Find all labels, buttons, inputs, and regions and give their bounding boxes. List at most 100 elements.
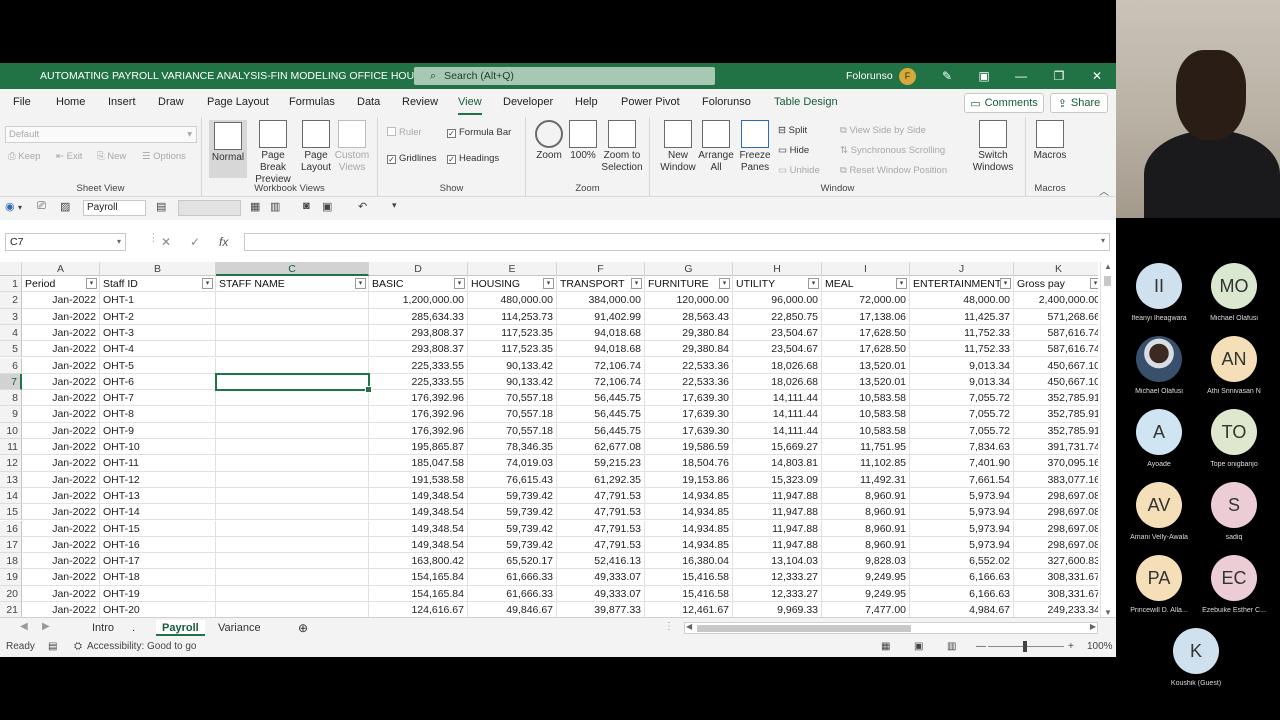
grid-cell[interactable]: 383,077.16 [1014,472,1098,488]
side-by-side-button[interactable]: ⧉ View Side by Side [840,125,926,136]
grid-cell[interactable]: 18,504.76 [645,455,733,472]
grid-cell[interactable]: 11,947.88 [733,487,822,505]
grid-cell[interactable]: 52,416.13 [557,553,645,570]
new-button[interactable]: ⎘ New [97,151,126,162]
grid-cell[interactable]: Jan-2022 [22,324,100,342]
column-header-d[interactable]: D [369,262,468,276]
tab-insert[interactable]: Insert [108,96,136,108]
grid-cell[interactable]: OHT-17 [100,553,216,570]
grid-cell[interactable] [216,357,369,374]
close-button[interactable]: ✕ [1087,67,1107,85]
grid-cell[interactable]: 149,348.54 [369,536,468,554]
column-header-c[interactable]: C [216,262,369,276]
grid-cell[interactable]: 94,018.68 [557,341,645,358]
grid-cell[interactable]: 61,292.35 [557,471,645,488]
grid-cell[interactable]: 59,215.23 [557,455,645,472]
chevron-down-icon[interactable]: ▾ [18,203,22,212]
participant-tile[interactable]: EC Ezebuike Esther C... [1193,555,1275,614]
grid-cell[interactable] [216,373,369,391]
grid-cell[interactable]: 9,013.34 [910,373,1014,391]
participant-tile[interactable]: K Koushik (Guest) [1155,628,1237,687]
row-number[interactable]: 3 [0,308,22,325]
participant-tile[interactable]: MO Michael Olafusi [1193,263,1275,322]
grid-cell[interactable]: 15,416.58 [645,569,733,586]
hide-button[interactable]: ▭ Hide [778,145,809,156]
row-number[interactable]: 19 [0,569,22,586]
grid-cell[interactable]: 8,960.91 [822,536,910,554]
grid-cell[interactable]: 149,348.54 [369,504,468,521]
column-header-b[interactable]: B [100,262,216,276]
collapse-ribbon-icon[interactable]: ︿ [1099,183,1109,198]
grid-cell[interactable]: 5,973.94 [910,504,1014,521]
grid-cell[interactable]: OHT-4 [100,341,216,358]
sync-scroll-button[interactable]: ⇅ Synchronous Scrolling [840,145,945,156]
grid-cell[interactable]: Jan-2022 [22,390,100,407]
grid-cell[interactable]: 17,138.06 [822,308,910,325]
zoom-level[interactable]: 100% [1087,641,1113,652]
grid-cell[interactable]: 185,047.58 [369,455,468,472]
row-number[interactable]: 16 [0,520,22,537]
grid-cell[interactable] [216,585,369,602]
grid-cell[interactable]: 70,557.18 [468,390,557,407]
grid-cell[interactable]: 7,055.72 [910,406,1014,423]
tab-help[interactable]: Help [575,96,598,108]
grid-cell[interactable]: 10,583.58 [822,406,910,423]
column-header-g[interactable]: G [645,262,733,276]
vertical-scroll-thumb[interactable] [1104,276,1111,286]
grid-cell[interactable]: 12,333.27 [733,569,822,586]
grid-cell[interactable]: 72,000.00 [822,292,910,309]
grid-cell[interactable]: OHT-10 [100,439,216,456]
grid-cell[interactable]: 13,520.01 [822,373,910,391]
grid-cell[interactable]: 70,557.18 [468,422,557,439]
normal-view-button[interactable]: Normal [209,120,247,178]
grid-cell[interactable] [216,324,369,342]
row-number[interactable]: 7 [0,373,22,391]
column-title[interactable]: ▾ HOUSING [468,276,557,293]
grid-cell[interactable]: OHT-3 [100,324,216,342]
filter-dropdown-icon[interactable]: ▾ [1000,278,1011,289]
row-number[interactable]: 10 [0,422,22,439]
grid-cell[interactable]: 49,333.07 [557,569,645,586]
participant-tile[interactable]: TO Tope onigbanjo [1193,409,1275,468]
grid-cell[interactable]: OHT-1 [100,292,216,309]
grid-cell[interactable]: 6,166.63 [910,569,1014,586]
participant-tile[interactable]: A Ayoade [1118,409,1200,468]
row-number[interactable]: 5 [0,341,22,358]
grid-cell[interactable]: OHT-16 [100,536,216,554]
ruler-checkbox[interactable]: Ruler [387,127,422,138]
grid-cell[interactable]: 49,846.67 [468,602,557,617]
grid-cell[interactable]: 61,666.33 [468,569,557,586]
grid-cell[interactable]: 18,026.68 [733,357,822,374]
accessibility-status[interactable]: Accessibility: Good to go [87,641,197,652]
grid-cell[interactable] [216,390,369,407]
grid-cell[interactable]: 225,333.55 [369,373,468,391]
grid-cell[interactable]: 14,934.85 [645,520,733,537]
grid-cell[interactable]: 9,969.33 [733,602,822,617]
ribbon-display-icon[interactable]: ▣ [974,67,994,85]
grid-cell[interactable]: 298,697.08 [1014,521,1098,537]
zoom-slider[interactable] [988,641,1064,652]
grid-cell[interactable]: 7,055.72 [910,390,1014,407]
grid-cell[interactable]: 19,153.86 [645,471,733,488]
grid-cell[interactable]: 17,639.30 [645,390,733,407]
row-number[interactable]: 20 [0,585,22,602]
grid-cell[interactable]: 191,538.58 [369,471,468,488]
page-layout-button[interactable]: Page Layout [299,120,333,174]
grid-cell[interactable]: 18,026.68 [733,373,822,391]
filter-dropdown-icon[interactable]: ▾ [454,278,465,289]
grid-cell[interactable]: 94,018.68 [557,324,645,342]
grid-cell[interactable]: 61,666.33 [468,585,557,602]
grid-cell[interactable]: 352,785.91 [1014,390,1098,407]
grid-cell[interactable]: 195,865.87 [369,439,468,456]
grid-cell[interactable]: 11,947.88 [733,520,822,537]
grid-cell[interactable]: 90,133.42 [468,373,557,391]
grid-cell[interactable]: 22,850.75 [733,308,822,325]
grid-cell[interactable]: OHT-7 [100,390,216,407]
grid-cell[interactable]: Jan-2022 [22,536,100,554]
grid-cell[interactable]: 13,104.03 [733,553,822,570]
grid-cell[interactable]: 47,791.53 [557,504,645,521]
grid-cell[interactable]: 7,055.72 [910,422,1014,439]
participant-tile[interactable]: II Ifeanyi Iheagwara [1118,263,1200,322]
grid-cell[interactable]: 48,000.00 [910,292,1014,309]
grid-cell[interactable]: 225,333.55 [369,357,468,374]
